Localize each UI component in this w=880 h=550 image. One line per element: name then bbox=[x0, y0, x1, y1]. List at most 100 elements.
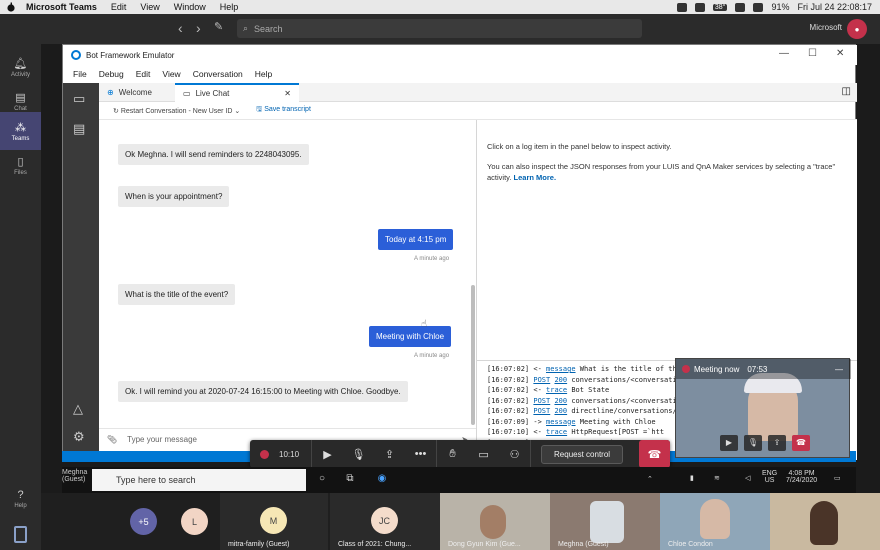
more-options-icon[interactable]: ••• bbox=[405, 448, 436, 460]
bot-message[interactable]: Ok. I will remind you at 2020-07-24 16:1… bbox=[118, 381, 408, 402]
profile-avatar[interactable]: ● bbox=[847, 19, 867, 39]
chat-icon[interactable]: ▭ bbox=[73, 91, 85, 107]
menu-debug[interactable]: Debug bbox=[99, 69, 124, 79]
camera-icon[interactable] bbox=[694, 2, 705, 12]
participant-video-tile[interactable] bbox=[770, 493, 880, 550]
document-icon[interactable]: ▤ bbox=[73, 121, 85, 137]
back-icon[interactable]: ‹ bbox=[178, 20, 183, 36]
close-icon[interactable]: ✕ bbox=[836, 48, 844, 59]
participant-video-tile[interactable]: Dong Gyun Kim (Gue... bbox=[440, 493, 550, 550]
camera-icon[interactable]: ▶︎ bbox=[720, 435, 738, 451]
log-link[interactable]: trace bbox=[546, 386, 567, 394]
rail-teams[interactable]: ⁂ Teams bbox=[0, 112, 41, 150]
menu-edit[interactable]: Edit bbox=[136, 69, 151, 79]
hang-up-button[interactable]: ☎ bbox=[639, 440, 670, 468]
bot-message[interactable]: When is your appointment? bbox=[118, 186, 230, 207]
tab-welcome[interactable]: ⊕ Welcome bbox=[99, 83, 175, 102]
weather-badge[interactable]: 38° bbox=[712, 3, 728, 11]
participant-avatar-m: M bbox=[260, 507, 287, 534]
menu-window[interactable]: Window bbox=[174, 2, 206, 12]
rail-activity[interactable]: 🔔︎ Activity bbox=[0, 48, 41, 86]
task-view-icon[interactable]: ⧉ bbox=[343, 473, 357, 487]
chat-toggle-icon[interactable]: ▭ bbox=[468, 448, 499, 461]
bot-message[interactable]: What is the title of the event? bbox=[118, 284, 236, 305]
bot-message[interactable]: Ok Meghna. I will send reminders to 2248… bbox=[118, 144, 309, 165]
raise-hand-icon[interactable]: ✋︎ bbox=[437, 448, 468, 461]
share-icon[interactable]: ⇪ bbox=[768, 435, 786, 451]
battery-level[interactable]: 91% bbox=[771, 2, 789, 12]
dropbox-icon[interactable] bbox=[735, 2, 746, 12]
rail-files[interactable]: ▯ Files bbox=[0, 146, 41, 184]
log-link[interactable]: POST bbox=[533, 407, 550, 415]
mic-muted-icon[interactable]: 🎙︎ bbox=[343, 448, 374, 461]
tray-chevron-icon[interactable]: ⌃ bbox=[647, 475, 653, 483]
log-link[interactable]: message bbox=[546, 418, 576, 426]
close-tab-icon[interactable]: ✕ bbox=[284, 89, 291, 98]
teams-search-input[interactable]: ⌕ Search bbox=[237, 19, 642, 38]
log-link[interactable]: POST bbox=[533, 397, 550, 405]
rail-help[interactable]: ? Help bbox=[0, 480, 41, 518]
wifi-icon[interactable]: ≋ bbox=[714, 474, 720, 482]
bell-icon[interactable]: △ bbox=[73, 401, 83, 417]
menu-file[interactable]: File bbox=[73, 69, 87, 79]
mic-icon[interactable]: 🎙︎ bbox=[744, 435, 762, 451]
camera-toggle-icon[interactable]: ▶︎ bbox=[312, 448, 343, 461]
participant-video-tile[interactable]: Chloe Condon bbox=[660, 493, 770, 550]
participant-video-tile[interactable]: Meghna (Guest) bbox=[550, 493, 660, 550]
zoom-icon[interactable] bbox=[676, 2, 687, 12]
save-transcript-button[interactable]: 🖫︎ Save transcript bbox=[256, 105, 311, 116]
log-link[interactable]: trace bbox=[546, 428, 567, 436]
participant-avatar-l[interactable]: L bbox=[181, 508, 208, 535]
log-status-code[interactable]: 200 bbox=[554, 376, 567, 384]
volume-icon[interactable]: ◁ bbox=[745, 474, 750, 482]
emulator-toolbar: ↻ Restart Conversation - New User ID ⌄ 🖫… bbox=[99, 102, 857, 120]
participants-icon[interactable]: ⚇ bbox=[499, 448, 530, 461]
menu-help[interactable]: Help bbox=[220, 2, 239, 12]
chat-scrollbar[interactable] bbox=[471, 285, 475, 425]
overflow-participants[interactable]: +5 bbox=[130, 508, 157, 535]
participant-tile[interactable]: M mitra-family (Guest) bbox=[220, 493, 328, 550]
windows-clock[interactable]: 4:08 PM 7/24/2020 bbox=[786, 470, 817, 484]
emulator-taskbar-icon[interactable]: ◉ bbox=[375, 473, 389, 487]
menu-edit[interactable]: Edit bbox=[111, 2, 127, 12]
restart-conversation-button[interactable]: ↻ Restart Conversation - New User ID ⌄ bbox=[113, 107, 240, 115]
network-icon[interactable]: ▮ bbox=[690, 474, 694, 482]
user-message[interactable]: Meeting with Chloe bbox=[369, 326, 452, 347]
notifications-icon[interactable]: ▭ bbox=[834, 474, 841, 482]
request-control-button[interactable]: Request control bbox=[541, 444, 624, 464]
settings-icon[interactable]: ⚙ bbox=[73, 429, 85, 445]
minimize-icon[interactable]: — bbox=[835, 365, 843, 374]
apple-icon[interactable] bbox=[6, 2, 16, 12]
learn-more-link[interactable]: Learn More. bbox=[514, 173, 557, 182]
log-link[interactable]: POST bbox=[533, 376, 550, 384]
tab-live-chat[interactable]: ▭ Live Chat ✕ bbox=[175, 83, 299, 102]
clock[interactable]: Fri Jul 24 22:08:17 bbox=[797, 2, 872, 12]
log-link[interactable]: message bbox=[546, 365, 576, 373]
self-video-preview[interactable]: Meeting now 07:53 — ▶︎ 🎙︎ ⇪ ☎ bbox=[675, 358, 851, 458]
app-name[interactable]: Microsoft Teams bbox=[26, 2, 97, 12]
cortana-icon[interactable]: ○ bbox=[315, 473, 329, 487]
device-icon[interactable] bbox=[14, 526, 27, 543]
menu-view[interactable]: View bbox=[162, 69, 180, 79]
windows-search-input[interactable]: Type here to search bbox=[92, 469, 306, 491]
maximize-icon[interactable]: ☐ bbox=[808, 48, 817, 59]
forward-icon[interactable]: › bbox=[196, 20, 201, 36]
attach-icon[interactable]: 📎︎ bbox=[107, 435, 117, 444]
user-message[interactable]: Today at 4:15 pm bbox=[378, 229, 454, 250]
log-status-code[interactable]: 200 bbox=[554, 407, 567, 415]
menu-conversation[interactable]: Conversation bbox=[193, 69, 243, 79]
share-screen-icon[interactable]: ⇪ bbox=[374, 448, 405, 461]
hang-up-icon[interactable]: ☎ bbox=[792, 435, 810, 451]
menu-help[interactable]: Help bbox=[255, 69, 272, 79]
menu-view[interactable]: View bbox=[140, 2, 159, 12]
compose-icon[interactable]: ✎ bbox=[214, 20, 223, 33]
input-language[interactable]: ENG US bbox=[762, 470, 777, 484]
split-view-icon[interactable]: ◫ bbox=[842, 86, 851, 97]
emulator-logo-icon bbox=[71, 50, 81, 60]
minimize-icon[interactable]: — bbox=[779, 48, 789, 59]
participant-tile[interactable]: JC Class of 2021: Chung... bbox=[330, 493, 440, 550]
log-status-code[interactable]: 200 bbox=[554, 397, 567, 405]
wifi-icon[interactable] bbox=[753, 2, 764, 12]
teams-icon: ⁂ bbox=[15, 121, 26, 134]
tenant-switcher[interactable]: Microsoft bbox=[810, 23, 842, 32]
